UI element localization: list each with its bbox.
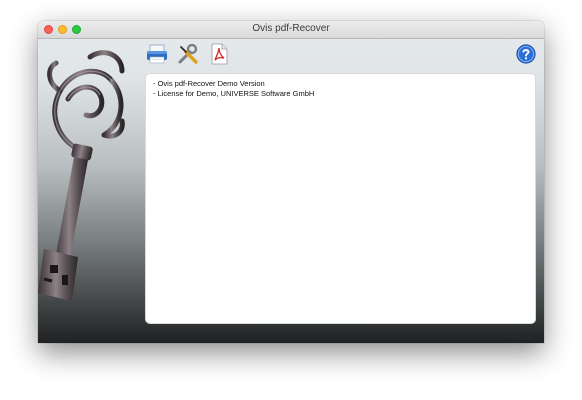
log-output-panel[interactable]: - Ovis pdf-Recover Demo Version - Licens… bbox=[145, 73, 536, 324]
log-line: - Ovis pdf-Recover Demo Version bbox=[153, 79, 265, 88]
printer-icon bbox=[147, 44, 167, 64]
title-bar: Ovis pdf-Recover bbox=[38, 21, 544, 39]
printer-button[interactable] bbox=[146, 43, 168, 65]
tools-icon bbox=[178, 43, 198, 64]
pdf-icon bbox=[211, 43, 228, 65]
log-line: - License for Demo, UNIVERSE Software Gm… bbox=[153, 88, 315, 98]
help-icon bbox=[516, 44, 536, 64]
help-button[interactable] bbox=[516, 44, 536, 64]
window-title: Ovis pdf-Recover bbox=[252, 23, 330, 34]
app-window: Ovis pdf-Recover - Ovis pdf-Recover Demo… bbox=[38, 21, 544, 343]
log-text: - Ovis pdf-Recover Demo Version - Licens… bbox=[153, 79, 314, 98]
skeleton-key-image bbox=[38, 50, 125, 301]
tools-button[interactable] bbox=[177, 43, 199, 65]
pdf-button[interactable] bbox=[208, 43, 230, 65]
